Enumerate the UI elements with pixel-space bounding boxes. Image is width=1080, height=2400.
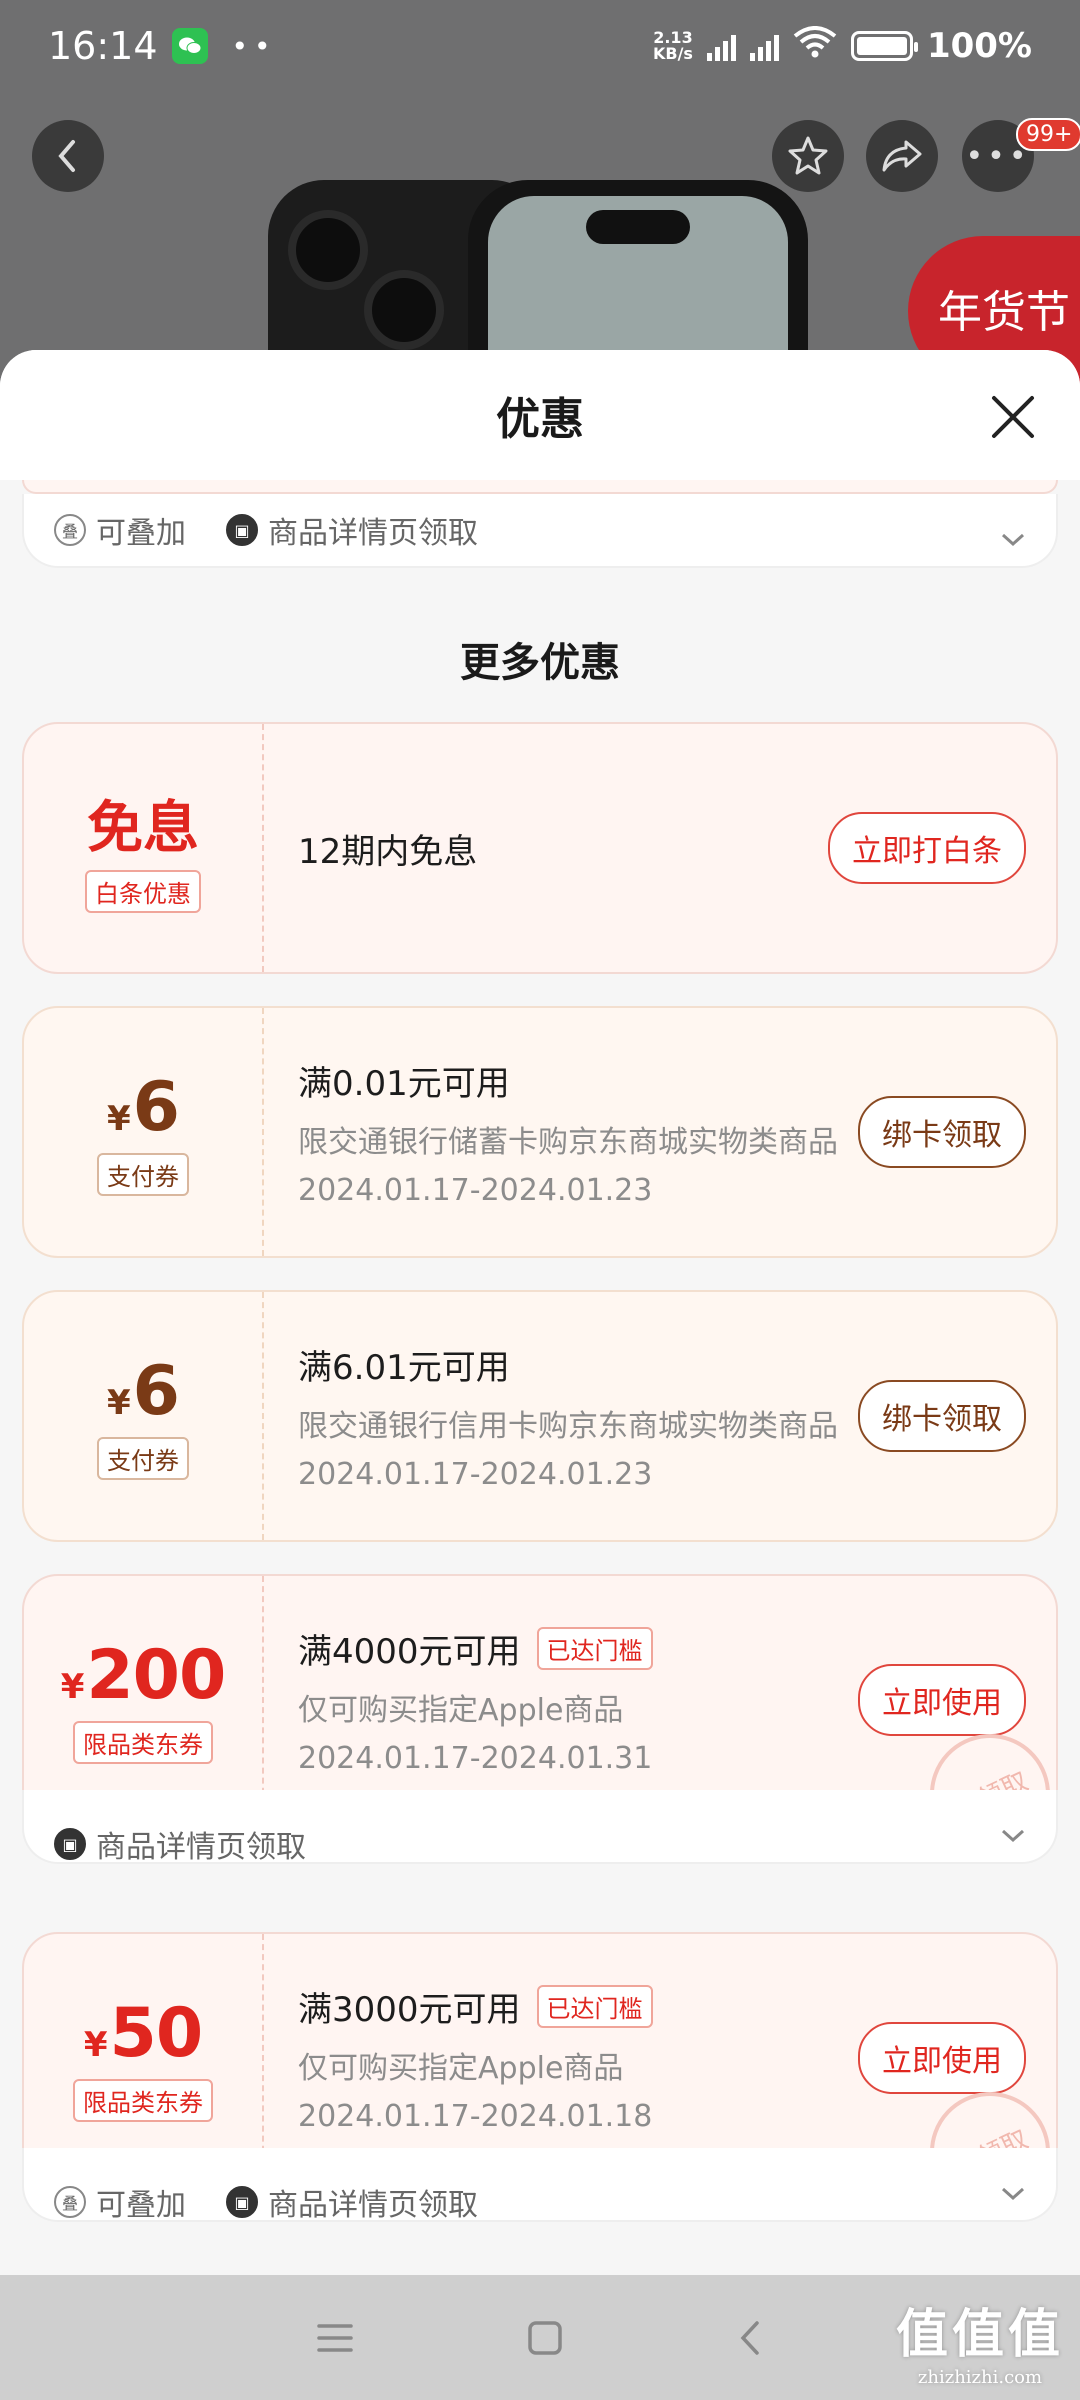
stackable-label: 可叠加 [96, 2188, 186, 2223]
message-count-badge: 99+ [1016, 118, 1080, 151]
currency-symbol: ¥ [60, 1667, 85, 1707]
offer-card: ¥6 支付券 满0.01元可用 限交通银行储蓄卡购京东商城实物类商品 2024.… [22, 1006, 1058, 1258]
offer-condition: 12期内免息 [298, 831, 478, 872]
use-now-button[interactable]: 立即使用 [858, 2022, 1026, 2094]
offer-restriction: 限交通银行储蓄卡购京东商城实物类商品 [298, 1125, 838, 1160]
chevron-left-icon [58, 140, 75, 172]
offer-category-coupon-50: ¥50 限品类东券 满3000元可用 已达门槛 仅可购买指定Apple商品 202… [22, 1932, 1058, 2223]
offer-amount: 200 [86, 1636, 226, 1715]
use-now-button[interactable]: 立即使用 [858, 1664, 1026, 1736]
system-nav-bar: 值值值 zhizhizhi.com [0, 2275, 1080, 2400]
watermark-url: zhizhizhi.com [917, 2367, 1043, 2388]
offer-pay-coupon-debit: ¥6 支付券 满0.01元可用 限交通银行储蓄卡购京东商城实物类商品 2024.… [22, 1006, 1058, 1258]
offer-tag: 限品类东券 [73, 2079, 213, 2122]
stackable-icon: 叠 [54, 2186, 86, 2218]
offer-tag: 限品类东券 [73, 1721, 213, 1764]
sheet-title: 优惠 [496, 394, 584, 445]
offer-validity: 2024.01.17-2024.01.31 [298, 1741, 653, 1776]
more-offers-title: 更多优惠 [460, 640, 620, 686]
coupon-footer[interactable]: 叠可叠加 ▣ 商品详情页领取 [22, 2148, 1058, 2223]
status-time: 16:14 [48, 24, 158, 68]
offer-card: ¥50 限品类东券 满3000元可用 已达门槛 仅可购买指定Apple商品 202… [22, 1932, 1058, 2184]
offer-amount: 50 [109, 1994, 204, 2073]
coupon-ticket-icon: ▣ [226, 2186, 258, 2218]
threshold-reached-badge: 已达门槛 [536, 1627, 653, 1670]
offer-card: ¥6 支付券 满6.01元可用 限交通银行信用卡购京东商城实物类商品 2024.… [22, 1290, 1058, 1542]
offer-amount: 6 [132, 1352, 180, 1431]
currency-symbol: ¥ [107, 1099, 131, 1139]
offer-condition: 满0.01元可用 [298, 1064, 510, 1104]
offer-tag: 支付券 [97, 1437, 189, 1480]
offer-condition: 满4000元可用 [298, 1632, 521, 1672]
offer-condition: 满3000元可用 [298, 1990, 521, 2030]
bind-card-claim-button[interactable]: 绑卡领取 [858, 1096, 1026, 1168]
coupon-ticket-icon: ▣ [54, 1828, 86, 1860]
offer-restriction: 限交通银行信用卡购京东商城实物类商品 [298, 1409, 838, 1444]
home-icon[interactable] [526, 2319, 564, 2357]
wechat-icon [171, 28, 208, 64]
offer-card: ¥200 限品类东券 满4000元可用 已达门槛 仅可购买指定Apple商品 20… [22, 1574, 1058, 1826]
previous-coupon: 叠可叠加 ▣ 商品详情页领取 [22, 480, 1058, 568]
chevron-down-icon[interactable] [1000, 2186, 1026, 2202]
wifi-icon [793, 25, 837, 67]
signal-icon [706, 31, 736, 61]
coupon-footer[interactable]: 叠可叠加 ▣ 商品详情页领取 [22, 494, 1058, 568]
offer-restriction: 仅可购买指定Apple商品 [298, 1693, 624, 1728]
offer-validity: 2024.01.17-2024.01.18 [298, 2099, 653, 2134]
claim-location-label: 商品详情页领取 [268, 2188, 478, 2223]
close-icon [992, 396, 1034, 438]
stackable-icon: 叠 [54, 514, 86, 546]
offer-condition: 满6.01元可用 [298, 1348, 510, 1388]
currency-symbol: ¥ [83, 2025, 108, 2065]
coupon-footer[interactable]: ▣ 商品详情页领取 [22, 1790, 1058, 1865]
network-speed: 2.13 KB/s [652, 28, 693, 63]
threshold-reached-badge: 已达门槛 [536, 1985, 653, 2028]
bind-card-claim-button[interactable]: 绑卡领取 [858, 1380, 1026, 1452]
sheet-header: 优惠 [0, 350, 1080, 480]
offers-sheet: 优惠 叠可叠加 ▣ 商品详情页领取 更多优惠 免息 白条优惠 12期内免息 立即打… [0, 350, 1080, 2275]
back-button[interactable] [32, 120, 104, 192]
watermark-logo: 值值值 [895, 2304, 1064, 2365]
star-icon [788, 136, 828, 175]
signal-icon-2 [749, 31, 779, 61]
watermark: 值值值 zhizhizhi.com [896, 2292, 1064, 2388]
offer-category-coupon-200: ¥200 限品类东券 满4000元可用 已达门槛 仅可购买指定Apple商品 20… [22, 1574, 1058, 1865]
offer-amount: 6 [132, 1068, 180, 1147]
stackable-label: 可叠加 [96, 516, 186, 551]
menu-icon[interactable] [315, 2321, 355, 2355]
status-bar: 16:14 •• 2.13 KB/s 100% [0, 0, 1080, 92]
currency-symbol: ¥ [107, 1383, 131, 1423]
claim-location-label: 商品详情页领取 [268, 516, 478, 551]
offer-validity: 2024.01.17-2024.01.23 [298, 1457, 653, 1492]
offer-tag: 白条优惠 [85, 870, 201, 913]
offer-highlight: 免息 [87, 796, 199, 861]
chevron-down-icon[interactable] [1000, 532, 1026, 548]
back-nav-icon[interactable] [735, 2319, 765, 2357]
battery-icon [850, 31, 918, 61]
offer-tag: 支付券 [97, 1153, 189, 1196]
share-icon [882, 140, 922, 172]
close-button[interactable] [986, 390, 1040, 444]
battery-percent: 100% [926, 26, 1032, 66]
claim-location-label: 商品详情页领取 [96, 1830, 306, 1865]
offer-card: 免息 白条优惠 12期内免息 立即打白条 [22, 722, 1058, 974]
offer-pay-coupon-credit: ¥6 支付券 满6.01元可用 限交通银行信用卡购京东商城实物类商品 2024.… [22, 1290, 1058, 1542]
offer-interest-free: 免息 白条优惠 12期内免息 立即打白条 [22, 722, 1058, 974]
chevron-down-icon[interactable] [1000, 1828, 1026, 1844]
notification-dots-icon: •• [231, 29, 277, 63]
offer-validity: 2024.01.17-2024.01.23 [298, 1173, 653, 1208]
offer-restriction: 仅可购买指定Apple商品 [298, 2051, 624, 2086]
share-button[interactable] [866, 120, 938, 192]
coupon-ticket-icon: ▣ [226, 514, 258, 546]
use-baitiao-button[interactable]: 立即打白条 [828, 812, 1026, 884]
